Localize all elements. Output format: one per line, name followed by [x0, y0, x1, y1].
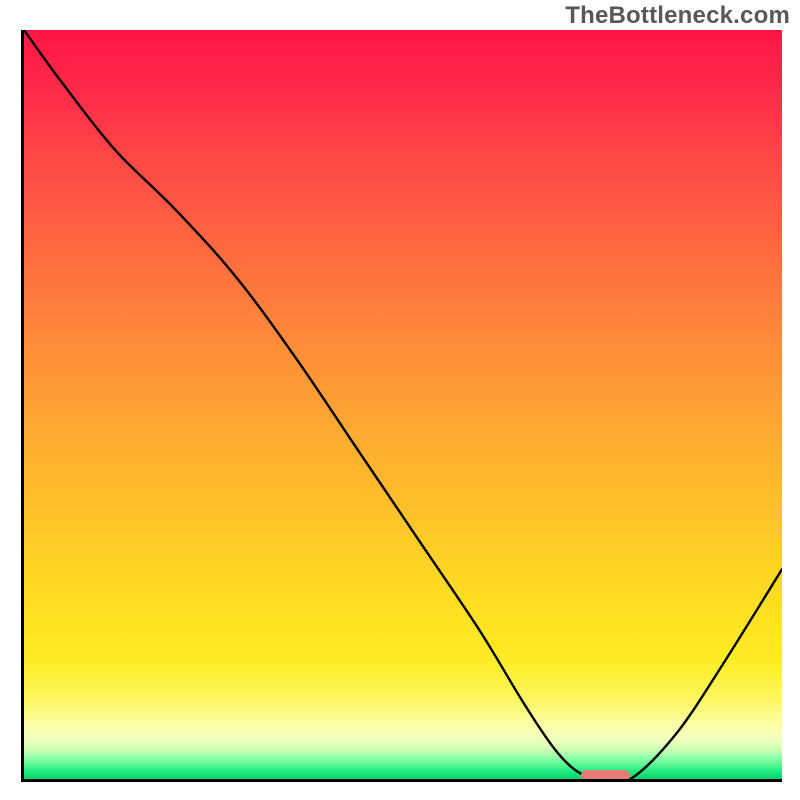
bottleneck-curve [24, 30, 782, 779]
chart-container: TheBottleneck.com [0, 0, 800, 800]
optimal-range-marker [581, 770, 630, 781]
plot-area [21, 30, 782, 782]
watermark-text: TheBottleneck.com [565, 2, 790, 30]
curve-path [24, 30, 782, 779]
